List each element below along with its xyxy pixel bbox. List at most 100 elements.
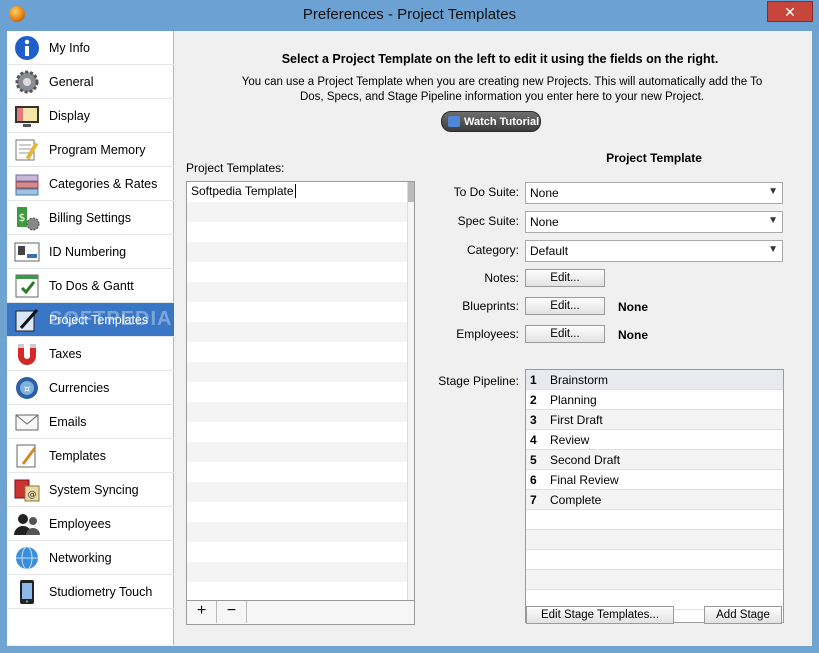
list-row-empty bbox=[187, 202, 407, 222]
window-title: Preferences - Project Templates bbox=[302, 6, 517, 23]
table-row[interactable]: 4 Review bbox=[526, 430, 783, 450]
stage-number: 1 bbox=[530, 373, 537, 387]
chevron-down-icon: ▼ bbox=[768, 244, 778, 255]
list-row-empty bbox=[187, 282, 407, 302]
category-select[interactable]: Default ▼ bbox=[525, 240, 783, 262]
monitor-icon bbox=[15, 106, 39, 127]
list-row-empty bbox=[187, 402, 407, 422]
sidebar-item-emails[interactable]: Emails bbox=[7, 405, 174, 439]
table-row-empty bbox=[526, 570, 783, 590]
sidebar-item-project-templates[interactable]: Project Templates bbox=[7, 303, 174, 337]
edit-stage-templates-button[interactable]: Edit Stage Templates... bbox=[526, 606, 674, 624]
list-row-empty bbox=[187, 222, 407, 242]
list-row-empty bbox=[187, 422, 407, 442]
add-stage-button[interactable]: Add Stage bbox=[704, 606, 782, 624]
watch-tutorial-label: Watch Tutorial bbox=[464, 116, 540, 128]
sidebar-item-label: Studiometry Touch bbox=[49, 585, 153, 599]
notes-edit-button[interactable]: Edit... bbox=[525, 269, 605, 287]
spec-suite-label: Spec Suite: bbox=[457, 214, 519, 228]
app-window: Preferences - Project Templates ✕ My Inf… bbox=[0, 0, 819, 653]
list-row-empty bbox=[187, 462, 407, 482]
stage-pipeline-list[interactable]: 1 Brainstorm 2 Planning 3 First Draft 4 Revi… bbox=[525, 369, 784, 623]
id-card-icon bbox=[14, 242, 40, 262]
list-row-empty bbox=[187, 322, 407, 342]
sidebar-item-label: Networking bbox=[49, 551, 112, 565]
todo-suite-select[interactable]: None ▼ bbox=[525, 182, 783, 204]
stage-number: 6 bbox=[530, 473, 537, 487]
sidebar-item-currencies[interactable]: ¤ Currencies bbox=[7, 371, 174, 405]
remove-template-button[interactable]: − bbox=[217, 601, 247, 623]
close-button[interactable]: ✕ bbox=[767, 1, 813, 22]
table-row[interactable]: 7 Complete bbox=[526, 490, 783, 510]
table-row[interactable]: 3 First Draft bbox=[526, 410, 783, 430]
spec-suite-value: None bbox=[530, 215, 559, 229]
sidebar-item-taxes[interactable]: Taxes bbox=[7, 337, 174, 371]
stage-name: Complete bbox=[550, 493, 602, 507]
table-row[interactable]: 6 Final Review bbox=[526, 470, 783, 490]
table-row-empty bbox=[526, 550, 783, 570]
stage-number: 2 bbox=[530, 393, 537, 407]
sidebar-item-general[interactable]: General bbox=[7, 65, 174, 99]
blueprints-edit-button[interactable]: Edit... bbox=[525, 297, 605, 315]
sidebar-item-todos-gantt[interactable]: To Dos & Gantt bbox=[7, 269, 174, 303]
sidebar-item-billing-settings[interactable]: $ Billing Settings bbox=[7, 201, 174, 235]
sidebar-item-display[interactable]: Display bbox=[7, 99, 174, 133]
list-row-empty bbox=[187, 562, 407, 582]
sidebar-item-label: Currencies bbox=[49, 381, 110, 395]
sidebar-item-studiometry-touch[interactable]: Studiometry Touch bbox=[7, 575, 174, 609]
sidebar-item-label: Taxes bbox=[49, 347, 82, 361]
list-row-empty bbox=[187, 482, 407, 502]
svg-text:$: $ bbox=[19, 211, 26, 224]
stage-pipeline-label: Stage Pipeline: bbox=[438, 374, 519, 388]
spec-suite-select[interactable]: None ▼ bbox=[525, 211, 783, 233]
templates-list-label: Project Templates: bbox=[186, 161, 285, 175]
template-name[interactable]: Softpedia Template bbox=[191, 184, 296, 198]
sidebar-item-templates[interactable]: Templates bbox=[7, 439, 174, 473]
sidebar-item-label: System Syncing bbox=[49, 483, 139, 497]
blueprints-value: None bbox=[618, 300, 648, 314]
sidebar-item-id-numbering[interactable]: ID Numbering bbox=[7, 235, 174, 269]
magnet-icon bbox=[18, 344, 36, 365]
templates-list[interactable]: Softpedia Template bbox=[186, 181, 415, 601]
sidebar-item-label: To Dos & Gantt bbox=[49, 279, 134, 293]
chevron-down-icon: ▼ bbox=[768, 186, 778, 197]
list-item[interactable]: Softpedia Template bbox=[187, 182, 407, 202]
phone-icon bbox=[20, 580, 34, 604]
preferences-content: My Info General Display Program Memory C… bbox=[7, 31, 812, 646]
category-value: Default bbox=[530, 244, 569, 258]
sidebar: My Info General Display Program Memory C… bbox=[7, 31, 174, 645]
list-row-empty bbox=[187, 242, 407, 262]
table-row-empty bbox=[526, 510, 783, 530]
watch-tutorial-button[interactable]: Watch Tutorial bbox=[441, 111, 541, 132]
table-row[interactable]: 2 Planning bbox=[526, 390, 783, 410]
categories-icon bbox=[15, 174, 39, 196]
stage-number: 3 bbox=[530, 413, 537, 427]
sidebar-item-label: Billing Settings bbox=[49, 211, 131, 225]
sidebar-item-categories-rates[interactable]: Categories & Rates bbox=[7, 167, 174, 201]
list-row-empty bbox=[187, 382, 407, 402]
templates-icon bbox=[16, 444, 37, 468]
table-row[interactable]: 1 Brainstorm bbox=[526, 370, 783, 390]
sync-icon: @ bbox=[14, 479, 40, 502]
list-row-empty bbox=[187, 302, 407, 322]
sidebar-item-my-info[interactable]: My Info bbox=[7, 31, 174, 65]
employees-edit-button[interactable]: Edit... bbox=[525, 325, 605, 343]
list-row-empty bbox=[187, 362, 407, 382]
stage-name: First Draft bbox=[550, 413, 603, 427]
project-templates-icon bbox=[15, 309, 39, 332]
sidebar-item-networking[interactable]: Networking bbox=[7, 541, 174, 575]
sidebar-item-system-syncing[interactable]: @ System Syncing bbox=[7, 473, 174, 507]
form-title: Project Template bbox=[606, 151, 702, 165]
sidebar-item-program-memory[interactable]: Program Memory bbox=[7, 133, 174, 167]
add-template-button[interactable]: + bbox=[187, 601, 217, 623]
sidebar-item-employees[interactable]: Employees bbox=[7, 507, 174, 541]
title-bar[interactable]: Preferences - Project Templates ✕ bbox=[0, 0, 819, 31]
table-row-empty bbox=[526, 530, 783, 550]
stage-number: 7 bbox=[530, 493, 537, 507]
list-row-empty bbox=[187, 542, 407, 562]
instruction-description: You can use a Project Template when you … bbox=[241, 76, 763, 103]
memory-icon bbox=[15, 139, 39, 161]
sidebar-item-label: Emails bbox=[49, 415, 87, 429]
gear-icon bbox=[15, 70, 39, 94]
table-row[interactable]: 5 Second Draft bbox=[526, 450, 783, 470]
